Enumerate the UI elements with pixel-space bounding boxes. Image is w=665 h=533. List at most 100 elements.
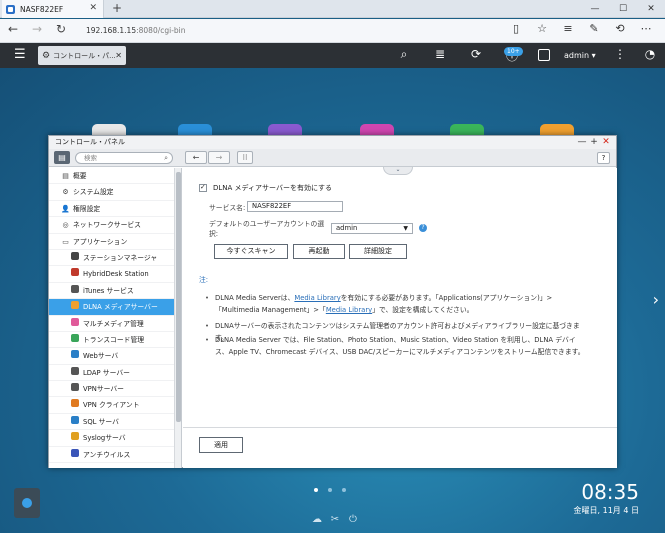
sidebar-subitem[interactable]: ステーションマネージャ <box>49 250 181 267</box>
list-view-icon[interactable]: ▤ <box>54 151 70 164</box>
multimedia-icon <box>71 317 79 326</box>
enable-dlna-checkbox[interactable] <box>199 183 207 192</box>
sidebar-subitem-label: DLNA メディアサーバー <box>83 303 158 312</box>
sidebar-scrollbar[interactable] <box>174 168 181 468</box>
grid-view-icon[interactable]: ⁝⁝ <box>237 151 253 164</box>
back-arrow-icon[interactable]: ← <box>8 22 18 36</box>
media-library-link[interactable]: Media Library <box>326 306 372 314</box>
search-icon[interactable]: ⌕ <box>386 47 422 64</box>
dashboard-icon[interactable]: ◔ <box>635 47 665 61</box>
gear-icon: ⚙ <box>62 188 69 197</box>
user-menu[interactable]: admin ▾ <box>538 49 596 61</box>
more-icon[interactable]: ⋯ <box>633 22 659 35</box>
note-item-media-library: DLNA Media Serverは、Media Libraryを有効にする必要… <box>205 292 585 316</box>
sidebar-subitem[interactable]: トランスコード管理 <box>49 332 181 349</box>
sidebar-subitem-label: Syslogサーバ <box>83 434 126 443</box>
advanced-settings-button[interactable]: 詳細設定 <box>349 244 407 259</box>
sidebar-subitem[interactable]: VPN クライアント <box>49 397 181 414</box>
sidebar-item-label: 権限設定 <box>73 204 101 213</box>
enable-dlna-row[interactable]: DLNA メディアサーバーを有効にする <box>199 183 332 193</box>
hub-icon[interactable]: ≡ <box>555 22 581 35</box>
note-text: 」で、設定を構成してください。 <box>372 306 474 314</box>
forward-button[interactable]: → <box>208 151 230 164</box>
minimize-button[interactable]: — <box>581 0 609 18</box>
sidebar-subitem[interactable]: Webサーバ <box>49 348 181 365</box>
antivirus-icon <box>71 448 79 457</box>
window-maximize-icon[interactable]: + <box>588 136 600 148</box>
restart-button[interactable]: 再起動 <box>293 244 345 259</box>
control-panel-taskbar-tab[interactable]: ⚙ コントロール・パ... ✕ <box>38 46 126 65</box>
power-icon[interactable]: ⏻ <box>344 514 362 525</box>
close-window-button[interactable]: ✕ <box>637 0 665 18</box>
page-dot[interactable] <box>328 488 332 492</box>
sidebar-subitem[interactable]: iTunes サービス <box>49 283 181 300</box>
sidebar-subitem[interactable]: マルチメディア管理 <box>49 316 181 332</box>
sidebar-subitem[interactable]: HybridDesk Station <box>49 266 181 283</box>
collapse-toggle-icon[interactable]: ⌄ <box>383 167 413 175</box>
window-toolbar: ▤ 検索 ⌕ ← → ⁝⁝ ? <box>49 149 616 167</box>
favorite-star-icon[interactable]: ☆ <box>529 22 555 35</box>
sidebar-subitem-label: ステーションマネージャ <box>83 253 158 262</box>
default-user-select[interactable]: admin ▼ <box>331 222 413 234</box>
hybriddesk-icon <box>71 268 79 277</box>
globe-icon: ◎ <box>62 221 69 230</box>
web-note-icon[interactable]: ✎ <box>581 22 607 35</box>
media-library-link[interactable]: Media Library <box>294 294 340 302</box>
user-name: admin ▾ <box>564 50 596 60</box>
tools-icon[interactable]: ✂ <box>326 514 344 525</box>
note-title: 注: <box>199 276 209 284</box>
service-name-label: サービス名: <box>209 203 246 212</box>
url-field[interactable]: 192.168.1.15:8080/cgi-bin <box>86 26 186 35</box>
recycle-bin-icon[interactable] <box>14 488 40 518</box>
sidebar-subitem[interactable]: アンチウイルス <box>49 447 181 464</box>
background-tasks-icon[interactable]: ≣ <box>422 47 458 64</box>
page-dot[interactable] <box>342 488 346 492</box>
sidebar-item[interactable]: ▤ 概要 <box>49 168 181 185</box>
user-avatar-icon <box>538 49 550 61</box>
scan-now-button[interactable]: 今すぐスキャン <box>214 244 288 259</box>
sidebar-subitem[interactable]: VPNサーバー <box>49 381 181 398</box>
ldap-icon <box>71 366 79 375</box>
sidebar-item[interactable]: ▭ アプリケーション <box>49 234 181 250</box>
cloud-icon[interactable]: ☁ <box>308 514 326 525</box>
forward-arrow-icon[interactable]: → <box>32 22 42 36</box>
help-tooltip-icon[interactable]: ? <box>419 224 427 232</box>
page-dot[interactable] <box>314 488 318 492</box>
scrollbar-thumb[interactable] <box>176 172 181 422</box>
service-name-field[interactable]: NASF822EF <box>247 201 343 212</box>
sidebar-subitem-label: Webサーバ <box>83 352 119 361</box>
window-minimize-icon[interactable]: — <box>576 136 588 148</box>
apply-button[interactable]: 適用 <box>199 437 243 453</box>
sidebar-item[interactable]: ◎ ネットワークサービス <box>49 217 181 234</box>
reading-view-icon[interactable]: ▯ <box>503 22 529 35</box>
tab-close-icon[interactable]: ✕ <box>89 3 97 13</box>
sidebar-subitem[interactable]: SQL サーバ <box>49 414 181 431</box>
sidebar-item[interactable]: ⚙ システム設定 <box>49 184 181 201</box>
syslog-icon <box>71 432 79 441</box>
sidebar-subitem[interactable]: LDAP サーバー <box>49 365 181 382</box>
search-input[interactable]: 検索 ⌕ <box>75 152 173 164</box>
next-page-arrow-icon[interactable]: › <box>653 290 659 309</box>
overview-icon: ▤ <box>62 172 69 180</box>
main-menu-icon[interactable]: ☰ <box>14 47 26 62</box>
help-icon[interactable]: ? <box>597 152 610 164</box>
desktop-clock: 08:35 <box>581 480 639 504</box>
window-close-icon[interactable]: ✕ <box>600 136 612 148</box>
sidebar-subitem[interactable]: Syslogサーバ <box>49 430 181 447</box>
sidebar-subitem[interactable]: DLNA メディアサーバー <box>49 299 181 316</box>
sidebar-subitem-label: iTunes サービス <box>83 286 134 295</box>
back-button[interactable]: ← <box>185 151 207 164</box>
external-device-icon[interactable]: ⟳ <box>458 47 494 64</box>
sidebar-item-label: 概要 <box>73 172 87 180</box>
options-icon[interactable]: ⋮ <box>605 47 635 61</box>
default-user-value: admin <box>336 223 358 232</box>
sidebar-item[interactable]: 👤 権限設定 <box>49 201 181 218</box>
maximize-button[interactable]: ☐ <box>609 0 637 18</box>
sidebar-item-label: ネットワークサービス <box>73 221 141 230</box>
share-icon[interactable]: ⟲ <box>607 22 633 35</box>
refresh-icon[interactable]: ↻ <box>56 22 66 36</box>
new-tab-button[interactable]: + <box>112 1 122 15</box>
default-user-label: デフォルトのユーザーアカウントの選択: <box>209 220 325 238</box>
browser-tab[interactable]: NASF822EF ✕ <box>2 0 104 18</box>
taskbar-tab-close-icon[interactable]: ✕ <box>115 51 122 60</box>
